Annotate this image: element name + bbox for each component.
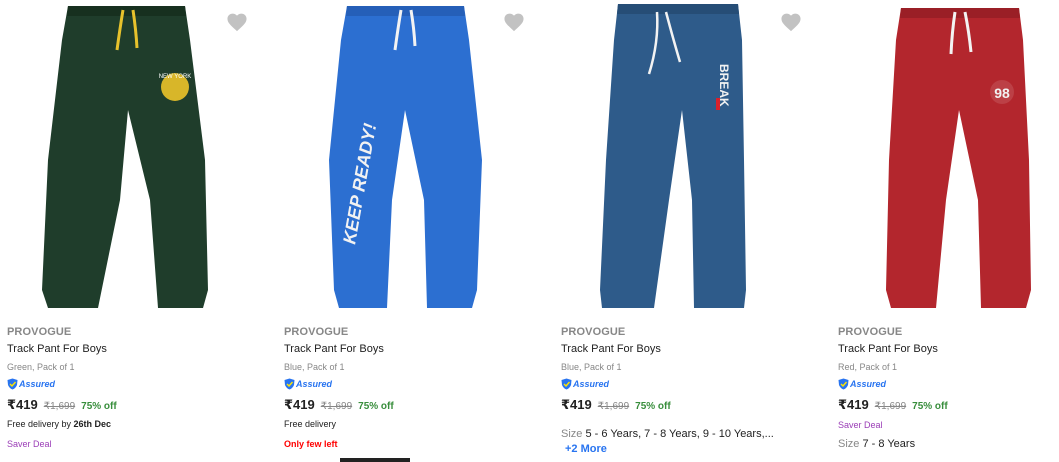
assured-label: Assured — [19, 379, 56, 389]
size-label: Size — [561, 428, 583, 440]
price-row: ₹419 ₹1,699 75% off — [7, 397, 269, 413]
product-image[interactable]: NEW YORK — [0, 0, 260, 318]
more-sizes-link[interactable]: +2 More — [565, 442, 823, 457]
saver-deal-tag: Saver Deal — [838, 420, 883, 430]
product-grid: NEW YORK PROVOGUE Track Pant For Boys Gr… — [0, 0, 1059, 462]
assured-badge: Assured — [838, 376, 1059, 392]
assured-label: Assured — [850, 379, 887, 389]
selling-price: ₹419 — [838, 397, 869, 412]
discount-percent: 75% off — [912, 401, 948, 412]
product-info: PROVOGUE Track Pant For Boys Green, Pack… — [7, 325, 269, 450]
mrp-price: ₹1,699 — [874, 401, 907, 412]
assured-badge: Assured — [284, 376, 546, 392]
product-image[interactable]: 98 — [831, 0, 1059, 318]
product-card[interactable]: 98 PROVOGUE Track Pant For Boys Red, Pac… — [831, 0, 1059, 462]
product-info: PROVOGUE Track Pant For Boys Blue, Pack … — [284, 325, 546, 450]
delivery-prefix: Free delivery by — [7, 419, 74, 429]
product-variant: Blue, Pack of 1 — [561, 362, 622, 372]
mrp-price: ₹1,699 — [43, 401, 76, 412]
selling-price: ₹419 — [7, 397, 38, 412]
assured-shield-icon — [838, 378, 849, 390]
delivery-date: 26th Dec — [73, 419, 112, 429]
discount-percent: 75% off — [358, 401, 394, 412]
product-title[interactable]: Track Pant For Boys — [284, 342, 546, 357]
product-variant: Blue, Pack of 1 — [284, 362, 345, 372]
wishlist-heart-icon[interactable] — [503, 12, 525, 32]
assured-label: Assured — [573, 379, 610, 389]
mrp-price: ₹1,699 — [597, 401, 630, 412]
mrp-price: ₹1,699 — [320, 401, 353, 412]
size-values: 5 - 6 Years, 7 - 8 Years, 9 - 10 Years,.… — [585, 428, 774, 440]
product-brand: PROVOGUE — [7, 326, 72, 338]
delivery-info: Free delivery by 26th Dec — [7, 418, 269, 431]
product-variant: Green, Pack of 1 — [7, 362, 75, 372]
product-variant: Red, Pack of 1 — [838, 362, 898, 372]
product-brand: PROVOGUE — [284, 326, 349, 338]
selling-price: ₹419 — [561, 397, 592, 412]
selling-price: ₹419 — [284, 397, 315, 412]
price-row: ₹419 ₹1,699 75% off — [838, 397, 1059, 413]
size-values: 7 - 8 Years — [862, 438, 916, 450]
saver-deal-tag: Saver Deal — [7, 439, 52, 449]
product-image[interactable]: KEEP READY! — [277, 0, 537, 318]
product-title[interactable]: Track Pant For Boys — [561, 342, 823, 357]
product-info: PROVOGUE Track Pant For Boys Red, Pack o… — [838, 325, 1059, 452]
delivery-info: Free delivery — [284, 419, 337, 429]
print-text: 98 — [994, 85, 1010, 101]
price-row: ₹419 ₹1,699 75% off — [284, 397, 546, 413]
wishlist-heart-icon[interactable] — [780, 12, 802, 32]
size-label: Size — [838, 438, 860, 450]
product-card[interactable]: KEEP READY! PROVOGUE Track Pant For Boys… — [277, 0, 547, 462]
product-title[interactable]: Track Pant For Boys — [7, 342, 269, 357]
product-image[interactable]: BREAK — [554, 0, 814, 318]
product-card[interactable]: NEW YORK PROVOGUE Track Pant For Boys Gr… — [0, 0, 270, 462]
price-row: ₹419 ₹1,699 75% off — [561, 397, 823, 413]
assured-label: Assured — [296, 379, 333, 389]
assured-badge: Assured — [561, 376, 823, 392]
product-brand: PROVOGUE — [838, 326, 903, 338]
product-title[interactable]: Track Pant For Boys — [838, 342, 1059, 357]
discount-percent: 75% off — [81, 401, 117, 412]
assured-shield-icon — [284, 378, 295, 390]
assured-shield-icon — [7, 378, 18, 390]
product-brand: PROVOGUE — [561, 326, 626, 338]
discount-percent: 75% off — [635, 401, 671, 412]
product-info: PROVOGUE Track Pant For Boys Blue, Pack … — [561, 325, 823, 457]
wishlist-heart-icon[interactable] — [226, 12, 248, 32]
next-row-image-edge — [340, 458, 410, 462]
product-card[interactable]: BREAK PROVOGUE Track Pant For Boys Blue,… — [554, 0, 824, 462]
svg-text:NEW YORK: NEW YORK — [159, 74, 192, 80]
stock-alert-tag: Only few left — [284, 439, 338, 449]
assured-shield-icon — [561, 378, 572, 390]
assured-badge: Assured — [7, 376, 269, 392]
size-options: Size 7 - 8 Years — [838, 437, 1059, 452]
size-options: Size 5 - 6 Years, 7 - 8 Years, 9 - 10 Ye… — [561, 427, 823, 442]
